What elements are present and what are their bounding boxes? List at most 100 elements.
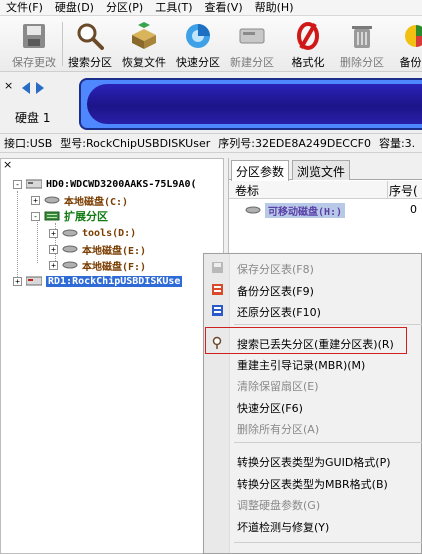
extended-partition-icon <box>44 211 60 221</box>
menu-item-delete-all-partitions[interactable]: 删除所有分区(A) <box>204 418 422 438</box>
menu-separator <box>234 324 422 325</box>
menu-help[interactable]: 帮助(H) <box>249 0 300 16</box>
table-row[interactable]: 可移动磁盘(H:) 0 <box>229 202 422 218</box>
model-info: 型号:RockChipUSBDISKUser <box>60 137 211 150</box>
trash-bin-icon <box>352 26 372 48</box>
search-partition-label: 搜索分区 <box>68 56 112 69</box>
recover-box-icon <box>132 22 156 49</box>
disk-partition-segment[interactable] <box>87 84 422 124</box>
menu-item-quick-partition[interactable]: 快速分区(F6) <box>204 397 422 417</box>
partition-icon <box>44 196 60 204</box>
toolbar: 保存更改 搜索分区 恢复文件 快速分区 新建分区 格式化 删除分区 备份 <box>0 16 422 72</box>
backup-table-icon <box>212 284 223 295</box>
column-seq-header[interactable]: 序号( <box>389 182 418 199</box>
backup-partition-button[interactable]: 备份分 <box>390 18 422 70</box>
tree-item-tools-d[interactable]: + tools(D:) <box>49 225 136 241</box>
tree-item-extended[interactable]: - 扩展分区 <box>31 208 108 224</box>
tree-item-hd0[interactable]: - HD0:WDCWD3200AAKS-75L9A0( <box>13 176 197 192</box>
context-menu: 保存分区表(F8) 备份分区表(F9) 还原分区表(F10) 搜索已丢失分区(重… <box>203 253 422 554</box>
menu-item-label: 转换分区表类型为MBR格式(B) <box>237 478 388 491</box>
disk-tree-panel: - HD0:WDCWD3200AAKS-75L9A0( + 本地磁盘(C:) -… <box>0 158 224 554</box>
menu-item-adjust-disk-params[interactable]: 调整硬盘参数(G) <box>204 494 422 514</box>
menu-item-label: 保存分区表(F8) <box>237 263 314 276</box>
new-partition-button[interactable]: 新建分区 <box>226 18 278 70</box>
save-table-icon <box>212 262 223 273</box>
menu-view[interactable]: 查看(V) <box>199 0 249 16</box>
partition-icon <box>62 245 78 253</box>
hard-disk-icon <box>26 179 42 189</box>
menu-item-label: 还原分区表(F10) <box>237 306 321 319</box>
menu-item-save-partition-table[interactable]: 保存分区表(F8) <box>204 258 422 278</box>
removable-disk-icon <box>26 276 42 286</box>
collapse-icon[interactable]: - <box>31 211 40 221</box>
tree-item-label: RD1:RockChipUSBDISKUse <box>46 275 183 287</box>
menu-item-bad-sector-check[interactable]: 坏道检测与修复(Y) <box>204 516 422 536</box>
column-divider <box>387 181 388 199</box>
detail-tabs: 分区参数 浏览文件 <box>229 158 422 181</box>
partition-icon <box>62 261 78 269</box>
expand-icon[interactable]: + <box>31 195 40 205</box>
format-button[interactable]: 格式化 <box>282 18 334 70</box>
recover-files-button[interactable]: 恢复文件 <box>118 18 170 70</box>
capacity-info: 容量:3. <box>378 137 416 150</box>
menu-item-clear-reserved-sectors[interactable]: 清除保留扇区(E) <box>204 375 422 395</box>
delete-partition-label: 删除分区 <box>340 56 384 69</box>
new-partition-label: 新建分区 <box>230 56 274 69</box>
previous-disk-arrow-icon[interactable] <box>22 82 30 94</box>
tree-item-local-c[interactable]: + 本地磁盘(C:) <box>31 192 128 208</box>
menu-item-label: 转换分区表类型为GUID格式(P) <box>237 456 391 469</box>
expand-icon[interactable]: + <box>49 228 58 238</box>
menu-tools[interactable]: 工具(T) <box>149 0 198 16</box>
disk-bar-close-icon[interactable]: × <box>4 79 13 92</box>
menu-item-label: 调整硬盘参数(G) <box>237 499 321 512</box>
next-disk-arrow-icon[interactable] <box>36 82 44 94</box>
collapse-icon[interactable]: - <box>13 179 22 189</box>
quick-partition-button[interactable]: 快速分区 <box>172 18 224 70</box>
tree-item-label: HD0:WDCWD3200AAKS-75L9A0( <box>46 178 197 190</box>
partition-name-cell: 可移动磁盘(H:) <box>265 203 346 218</box>
save-changes-label: 保存更改 <box>12 56 56 69</box>
restore-table-icon <box>212 305 223 316</box>
menu-separator <box>234 442 422 443</box>
menu-disk[interactable]: 硬盘(D) <box>49 0 100 16</box>
expand-icon[interactable]: + <box>13 276 22 286</box>
column-label-header[interactable]: 卷标 <box>235 182 259 199</box>
tree-item-rd1[interactable]: + RD1:RockChipUSBDISKUse <box>13 273 183 289</box>
tree-item-label: 本地磁盘(C:) <box>64 196 129 208</box>
expand-icon[interactable]: + <box>49 244 58 254</box>
tree-item-local-e[interactable]: + 本地磁盘(E:) <box>49 241 146 257</box>
backup-partition-label: 备份分 <box>399 56 422 69</box>
menu-bar: 文件(F) 硬盘(D) 分区(P) 工具(T) 查看(V) 帮助(H) <box>0 0 422 16</box>
tree-connector <box>17 191 18 279</box>
menu-item-convert-to-mbr[interactable]: 转换分区表类型为MBR格式(B) <box>204 473 422 493</box>
menu-partition[interactable]: 分区(P) <box>100 0 149 16</box>
tab-browse-files[interactable]: 浏览文件 <box>292 160 351 180</box>
disk-partition-map[interactable] <box>79 78 422 130</box>
menu-item-restore-partition-table[interactable]: 还原分区表(F10) <box>204 301 422 321</box>
menu-item-rebuild-mbr[interactable]: 重建主引导记录(MBR)(M) <box>204 354 422 374</box>
serial-info: 序列号:32EDE8A249DECCF0 <box>218 137 371 150</box>
tree-item-label: 本地磁盘(E:) <box>82 245 147 257</box>
disk-info-bar: 接口:USB 型号:RockChipUSBDISKUser 序列号:32EDE8… <box>0 133 422 153</box>
menu-file[interactable]: 文件(F) <box>0 0 49 16</box>
interface-info: 接口:USB <box>4 137 53 150</box>
delete-partition-button[interactable]: 删除分区 <box>336 18 388 70</box>
menu-item-backup-partition-table[interactable]: 备份分区表(F9) <box>204 280 422 300</box>
format-label: 格式化 <box>291 56 325 69</box>
tree-panel-close-icon[interactable]: × <box>3 158 12 171</box>
search-magnifier-icon <box>77 23 104 50</box>
highlight-box <box>205 327 407 354</box>
backup-pie-icon <box>405 25 422 47</box>
tree-item-local-f[interactable]: + 本地磁盘(F:) <box>49 257 146 273</box>
menu-item-label: 重建主引导记录(MBR)(M) <box>237 359 366 372</box>
expand-icon[interactable]: + <box>49 260 58 270</box>
save-changes-button[interactable]: 保存更改 <box>8 18 60 70</box>
menu-item-label: 快速分区(F6) <box>237 402 303 415</box>
tab-partition-params[interactable]: 分区参数 <box>231 160 290 181</box>
search-partition-button[interactable]: 搜索分区 <box>64 18 116 70</box>
tree-item-label: tools(D:) <box>82 227 137 239</box>
save-disk-icon <box>23 24 45 48</box>
menu-item-convert-to-guid[interactable]: 转换分区表类型为GUID格式(P) <box>204 451 422 471</box>
disk-number-label: 硬盘 1 <box>15 111 51 125</box>
partition-seq-cell: 0 <box>410 203 417 216</box>
